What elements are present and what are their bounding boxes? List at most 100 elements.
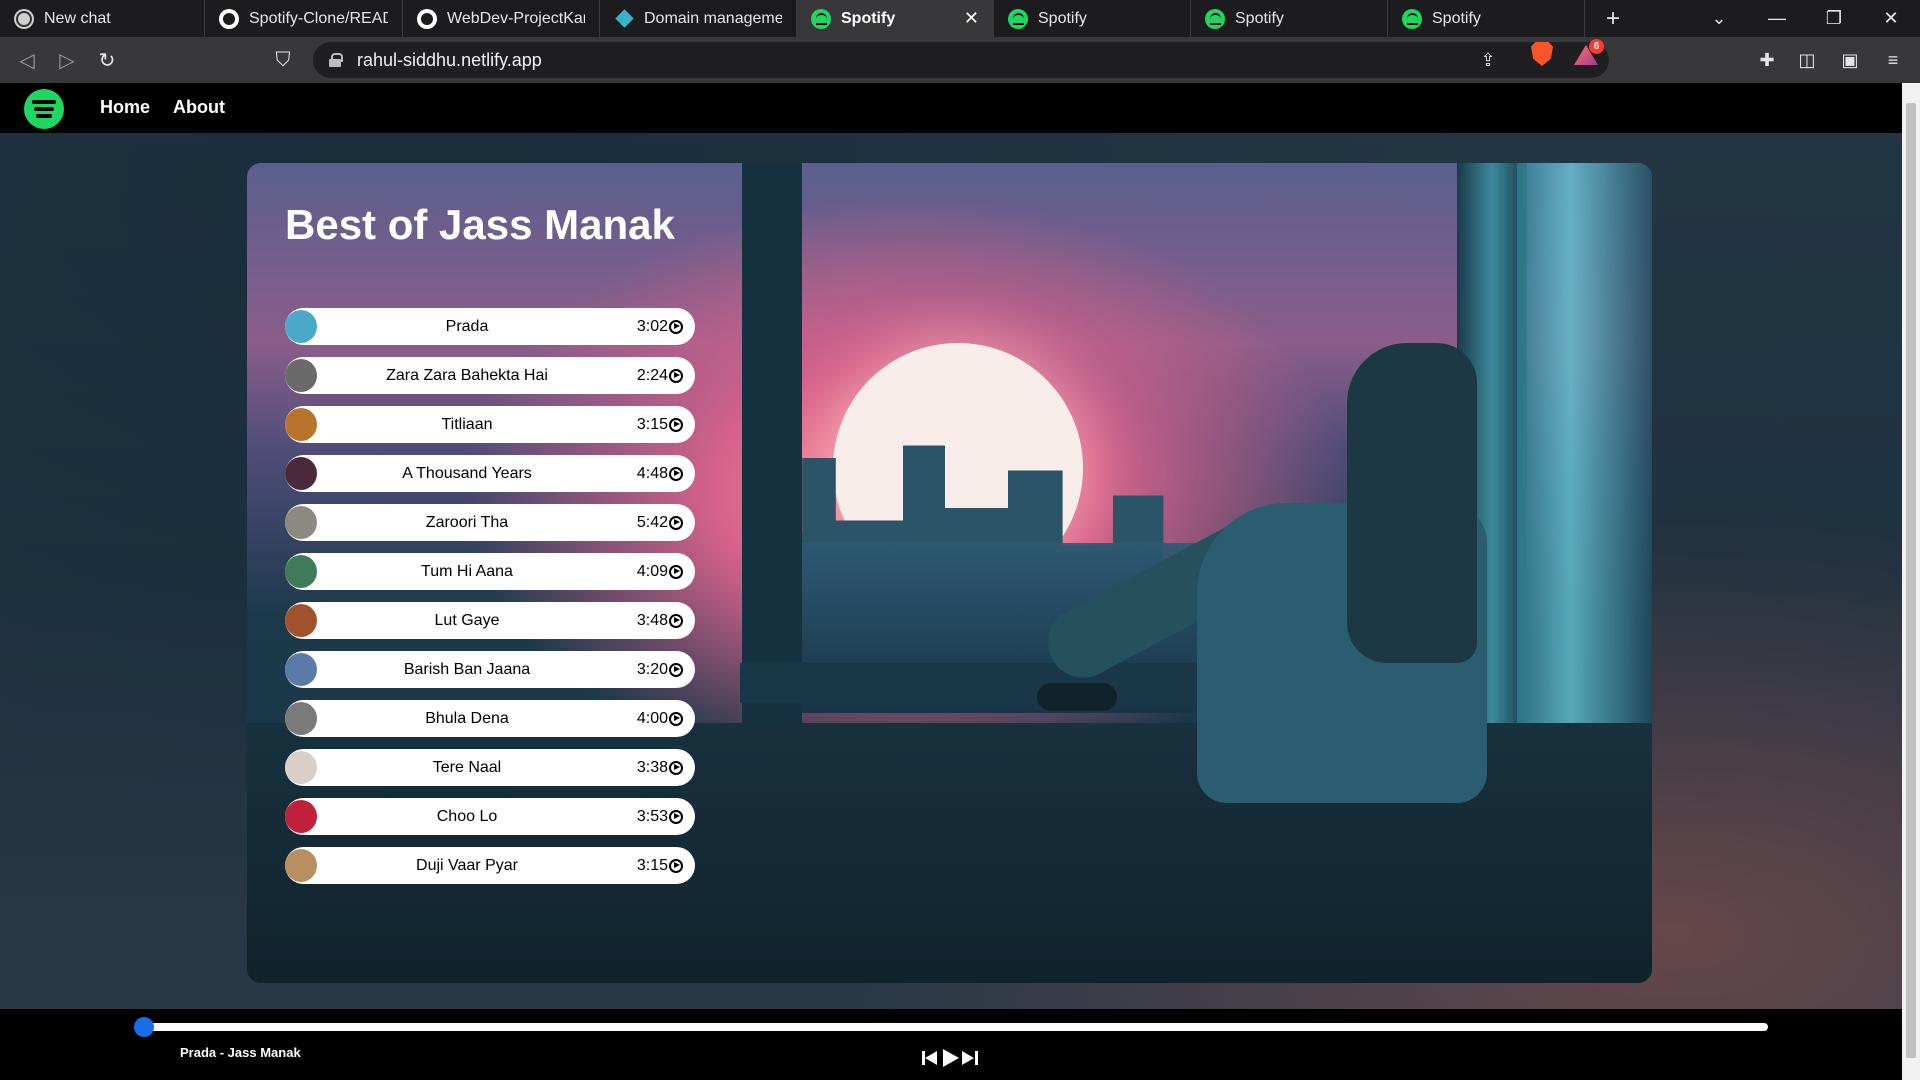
new-tab-button[interactable]: + bbox=[1588, 0, 1638, 37]
song-cover bbox=[285, 702, 317, 735]
rewards-badge: 6 bbox=[1589, 39, 1604, 54]
browser-tab[interactable]: Spotify-Clone/READM bbox=[205, 0, 403, 37]
song-item[interactable]: Bhula Dena 4:00 bbox=[285, 700, 695, 737]
close-window-button[interactable]: ✕ bbox=[1866, 0, 1916, 37]
play-icon[interactable] bbox=[941, 1049, 959, 1067]
song-item[interactable]: Tum Hi Aana 4:09 bbox=[285, 553, 695, 590]
player-bar: Prada - Jass Manak bbox=[0, 1009, 1902, 1080]
play-circle-icon[interactable] bbox=[669, 368, 683, 383]
song-time: 3:15 bbox=[637, 416, 683, 434]
browser-tab-active[interactable]: Spotify ✕ bbox=[797, 0, 994, 37]
figure-shape bbox=[1347, 343, 1477, 663]
playlist-container: Best of Jass Manak Prada 3:02 Zara Zara … bbox=[247, 163, 1652, 983]
playback-controls bbox=[922, 1049, 978, 1067]
song-time: 2:24 bbox=[637, 367, 683, 385]
song-duration: 3:15 bbox=[636, 856, 668, 874]
extensions-icon[interactable]: ✚ bbox=[1756, 49, 1778, 71]
song-item[interactable]: Choo Lo 3:53 bbox=[285, 798, 695, 835]
previous-track-icon[interactable] bbox=[922, 1050, 938, 1066]
play-circle-icon[interactable] bbox=[669, 858, 683, 873]
tab-search-button[interactable]: ⌄ bbox=[1694, 0, 1744, 37]
song-name: Zaroori Tha bbox=[425, 513, 509, 531]
nav-link-about[interactable]: About bbox=[173, 97, 225, 118]
back-button[interactable]: ◁ bbox=[12, 45, 42, 75]
logo-arc bbox=[34, 107, 54, 111]
spotify-favicon-icon bbox=[1205, 8, 1225, 29]
song-item[interactable]: Zaroori Tha 5:42 bbox=[285, 504, 695, 541]
restore-button[interactable]: ❐ bbox=[1809, 0, 1859, 37]
play-circle-icon[interactable] bbox=[669, 319, 683, 334]
menu-icon[interactable]: ≡ bbox=[1882, 49, 1904, 71]
browser-tab[interactable]: Spotify bbox=[994, 0, 1191, 37]
song-duration: 3:15 bbox=[636, 415, 668, 433]
figure-shape bbox=[1037, 683, 1117, 711]
song-time: 3:53 bbox=[637, 808, 683, 826]
song-duration: 3:38 bbox=[636, 758, 668, 776]
share-button[interactable]: ⇪ bbox=[1477, 49, 1499, 71]
song-cover bbox=[285, 849, 317, 882]
song-name: Titliaan bbox=[441, 415, 493, 433]
song-item[interactable]: A Thousand Years 4:48 bbox=[285, 455, 695, 492]
play-circle-icon[interactable] bbox=[669, 564, 683, 579]
nav-link-home[interactable]: Home bbox=[100, 97, 150, 118]
browser-tab[interactable]: Spotify bbox=[1388, 0, 1585, 37]
song-duration: 3:02 bbox=[636, 317, 668, 335]
seek-thumb[interactable] bbox=[134, 1017, 154, 1037]
browser-tab[interactable]: New chat bbox=[0, 0, 205, 37]
song-cover bbox=[285, 408, 317, 441]
scrollbar-thumb[interactable] bbox=[1906, 103, 1916, 1058]
play-circle-icon[interactable] bbox=[669, 466, 683, 481]
song-cover bbox=[285, 506, 317, 539]
logo-arc bbox=[36, 114, 52, 118]
song-name: A Thousand Years bbox=[402, 464, 532, 482]
song-item[interactable]: Prada 3:02 bbox=[285, 308, 695, 345]
tab-close-icon[interactable]: ✕ bbox=[964, 8, 979, 29]
spotify-logo-icon[interactable] bbox=[24, 89, 64, 129]
reload-button[interactable]: ↻ bbox=[92, 45, 122, 75]
address-bar[interactable]: rahul-siddhu.netlify.app bbox=[313, 42, 1609, 78]
spotify-favicon-icon bbox=[811, 8, 831, 29]
play-circle-icon[interactable] bbox=[669, 417, 683, 432]
song-name: Tere Naal bbox=[432, 758, 502, 776]
song-name: Duji Vaar Pyar bbox=[416, 856, 518, 874]
play-circle-icon[interactable] bbox=[669, 515, 683, 530]
song-item[interactable]: Duji Vaar Pyar 3:15 bbox=[285, 847, 695, 884]
song-time: 3:20 bbox=[637, 661, 683, 679]
browser-tab[interactable]: WebDev-ProjectKart/0 bbox=[403, 0, 600, 37]
minimize-button[interactable]: — bbox=[1752, 0, 1802, 37]
wallet-icon[interactable]: ▣ bbox=[1839, 49, 1861, 71]
play-circle-icon[interactable] bbox=[669, 613, 683, 628]
tab-label: Spotify-Clone/READM bbox=[249, 9, 388, 27]
song-name: Tum Hi Aana bbox=[421, 562, 513, 580]
play-circle-icon[interactable] bbox=[669, 711, 683, 726]
play-circle-icon[interactable] bbox=[669, 760, 683, 775]
browser-tabstrip: New chat Spotify-Clone/READM WebDev-Proj… bbox=[0, 0, 1920, 37]
song-time: 3:02 bbox=[637, 318, 683, 336]
song-duration: 3:20 bbox=[636, 660, 668, 678]
page-scrollbar[interactable] bbox=[1902, 83, 1920, 1080]
song-item[interactable]: Tere Naal 3:38 bbox=[285, 749, 695, 786]
song-time: 4:00 bbox=[637, 710, 683, 728]
play-circle-icon[interactable] bbox=[669, 662, 683, 677]
song-cover bbox=[285, 555, 317, 588]
song-duration: 4:09 bbox=[636, 562, 668, 580]
song-item[interactable]: Zara Zara Bahekta Hai 2:24 bbox=[285, 357, 695, 394]
song-item[interactable]: Barish Ban Jaana 3:20 bbox=[285, 651, 695, 688]
song-name: Choo Lo bbox=[436, 807, 498, 825]
browser-toolbar: ◁ ▷ ↻ ⛉ rahul-siddhu.netlify.app ⇪ 6 ✚ ◫… bbox=[0, 37, 1920, 83]
bookmark-button[interactable]: ⛉ bbox=[268, 45, 298, 75]
song-list: Prada 3:02 Zara Zara Bahekta Hai 2:24 Ti… bbox=[285, 308, 695, 896]
song-item[interactable]: Titliaan 3:15 bbox=[285, 406, 695, 443]
song-duration: 2:24 bbox=[636, 366, 668, 384]
next-track-icon[interactable] bbox=[962, 1050, 978, 1066]
browser-tab[interactable]: Domain management | bbox=[600, 0, 797, 37]
seek-bar[interactable] bbox=[140, 1023, 1768, 1031]
song-time: 5:42 bbox=[637, 514, 683, 532]
forward-button[interactable]: ▷ bbox=[52, 45, 82, 75]
browser-tab[interactable]: Spotify bbox=[1191, 0, 1388, 37]
play-circle-icon[interactable] bbox=[669, 809, 683, 824]
tab-label: Spotify bbox=[1038, 9, 1087, 27]
sidebar-icon[interactable]: ◫ bbox=[1796, 49, 1818, 71]
song-item[interactable]: Lut Gaye 3:48 bbox=[285, 602, 695, 639]
song-name: Lut Gaye bbox=[434, 611, 500, 629]
